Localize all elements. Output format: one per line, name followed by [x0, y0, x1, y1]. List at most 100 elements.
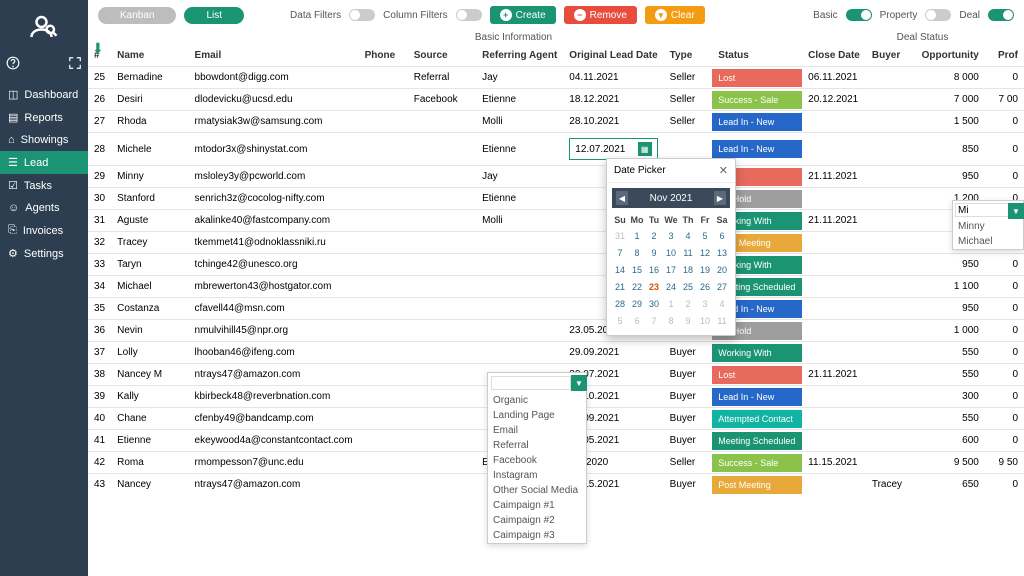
dropdown-option[interactable]: Caimpaign #2	[488, 513, 586, 528]
calendar-day[interactable]: 10	[663, 245, 679, 261]
table-row[interactable]: 37Lollylhooban46@ifeng.com29.09.2021Buye…	[88, 342, 1024, 364]
clear-button[interactable]: ▾Clear	[645, 6, 705, 24]
status-badge[interactable]: Working With	[712, 344, 802, 362]
table-row[interactable]: 28Michelemtodor3x@shinystat.comEtienne12…	[88, 133, 1024, 166]
status-badge[interactable]: Attempted Contact	[712, 410, 802, 428]
source-dropdown[interactable]: ▼ OrganicLanding PageEmailReferralFacebo…	[487, 372, 587, 544]
calendar-day[interactable]: 23	[646, 279, 662, 295]
col-referring-agent[interactable]: Referring Agent	[476, 45, 563, 67]
source-dropdown-input[interactable]	[491, 376, 571, 390]
calendar-icon[interactable]: ▦	[638, 142, 652, 156]
table-row[interactable]: 35Costanzacfavell44@msn.comSellerLead In…	[88, 298, 1024, 320]
buyer-dropdown-input[interactable]	[955, 203, 1011, 217]
calendar-day[interactable]: 3	[697, 296, 713, 312]
calendar-day[interactable]: 1	[629, 228, 645, 244]
buyer-dropdown[interactable]: ▼ MinnyMichael	[952, 200, 1024, 250]
col-status[interactable]: Status	[712, 45, 802, 67]
data-filters-toggle[interactable]	[349, 9, 375, 21]
date-picker[interactable]: Date Picker ✕ ◀ Nov 2021 ▶ SuMoTuWeThFrS…	[606, 158, 736, 336]
chevron-down-icon[interactable]: ▼	[571, 375, 587, 391]
property-toggle[interactable]	[925, 9, 951, 21]
col-name[interactable]: Name	[111, 45, 188, 67]
calendar-day[interactable]: 18	[680, 262, 696, 278]
sidebar-item-invoices[interactable]: ⎘Invoices	[0, 219, 88, 242]
column-filters-toggle[interactable]	[456, 9, 482, 21]
calendar-day[interactable]: 5	[612, 313, 628, 329]
help-icon[interactable]	[6, 56, 20, 73]
calendar-day[interactable]: 26	[697, 279, 713, 295]
chevron-down-icon[interactable]: ▼	[1008, 203, 1024, 219]
dropdown-option[interactable]: Landing Page	[488, 408, 586, 423]
calendar-day[interactable]: 12	[697, 245, 713, 261]
dropdown-option[interactable]: Organic	[488, 393, 586, 408]
calendar-day[interactable]: 24	[663, 279, 679, 295]
next-month-button[interactable]: ▶	[714, 191, 726, 205]
deal-toggle[interactable]	[988, 9, 1014, 21]
calendar-day[interactable]: 8	[629, 245, 645, 261]
col-type[interactable]: Type	[664, 45, 713, 67]
calendar-day[interactable]: 7	[646, 313, 662, 329]
status-badge[interactable]: Lead In - New	[712, 388, 802, 406]
sidebar-item-dashboard[interactable]: ◫Dashboard	[0, 83, 88, 106]
calendar-day[interactable]: 1	[663, 296, 679, 312]
table-row[interactable]: 30Stanfordsenrich3z@cocolog-nifty.comEti…	[88, 188, 1024, 210]
calendar-day[interactable]: 21	[612, 279, 628, 295]
table-row[interactable]: 36Nevinnmulvihill45@npr.org23.05.2021Buy…	[88, 320, 1024, 342]
table-row[interactable]: 25Bernadinebbowdont@digg.comReferralJay0…	[88, 67, 1024, 89]
kanban-button[interactable]: Kanban	[98, 7, 176, 24]
calendar-day[interactable]: 17	[663, 262, 679, 278]
sidebar-item-tasks[interactable]: ☑Tasks	[0, 174, 88, 197]
dropdown-option[interactable]: Caimpaign #1	[488, 498, 586, 513]
calendar-day[interactable]: 7	[612, 245, 628, 261]
dropdown-option[interactable]: Facebook	[488, 453, 586, 468]
calendar-day[interactable]: 16	[646, 262, 662, 278]
table-row[interactable]: 26Desiridlodevicku@ucsd.eduFacebookEtien…	[88, 89, 1024, 111]
dropdown-option[interactable]: Referral	[488, 438, 586, 453]
status-badge[interactable]: Lost	[712, 69, 802, 87]
sidebar-item-agents[interactable]: ☺Agents	[0, 197, 88, 219]
calendar-day[interactable]: 6	[714, 228, 730, 244]
sidebar-item-settings[interactable]: ⚙Settings	[0, 242, 88, 265]
sidebar-item-reports[interactable]: ▤Reports	[0, 106, 88, 129]
col-buyer[interactable]: Buyer	[866, 45, 915, 67]
calendar-day[interactable]: 8	[663, 313, 679, 329]
dropdown-option[interactable]: Michael	[953, 234, 1023, 249]
table-row[interactable]: 34Michaelmbrewerton43@hostgator.comBuyer…	[88, 276, 1024, 298]
col-prof[interactable]: Prof	[985, 45, 1024, 67]
col-source[interactable]: Source	[408, 45, 476, 67]
calendar-day[interactable]: 3	[663, 228, 679, 244]
table-row[interactable]: 27Rhodarmatysiak3w@samsung.comMolli28.10…	[88, 111, 1024, 133]
calendar-day[interactable]: 31	[612, 228, 628, 244]
table-row[interactable]: 32Traceytkemmet41@odnoklassniki.ruBuyerP…	[88, 232, 1024, 254]
sidebar-item-lead[interactable]: ☰Lead	[0, 151, 88, 174]
dropdown-option[interactable]: Email	[488, 423, 586, 438]
col-phone[interactable]: Phone	[359, 45, 408, 67]
calendar-day[interactable]: 4	[714, 296, 730, 312]
calendar-day[interactable]: 20	[714, 262, 730, 278]
calendar-day[interactable]: 13	[714, 245, 730, 261]
dropdown-option[interactable]: Instagram	[488, 468, 586, 483]
calendar-day[interactable]: 11	[680, 245, 696, 261]
calendar-day[interactable]: 30	[646, 296, 662, 312]
status-badge[interactable]: Lead In - New	[712, 113, 802, 131]
dropdown-option[interactable]: Minny	[953, 219, 1023, 234]
calendar-day[interactable]: 9	[646, 245, 662, 261]
calendar-day[interactable]: 6	[629, 313, 645, 329]
create-button[interactable]: +Create	[490, 6, 556, 24]
calendar-day[interactable]: 5	[697, 228, 713, 244]
table-row[interactable]: 29Minnymsloley3y@pcworld.comJayBuyerLost…	[88, 166, 1024, 188]
calendar-day[interactable]: 27	[714, 279, 730, 295]
status-badge[interactable]: Success - Sale	[712, 91, 802, 109]
calendar-day[interactable]: 25	[680, 279, 696, 295]
calendar-day[interactable]: 15	[629, 262, 645, 278]
expand-icon[interactable]	[68, 56, 82, 73]
dropdown-option[interactable]: Other Social Media	[488, 483, 586, 498]
calendar-day[interactable]: 2	[646, 228, 662, 244]
calendar-day[interactable]: 9	[680, 313, 696, 329]
basic-toggle[interactable]	[846, 9, 872, 21]
calendar-day[interactable]: 22	[629, 279, 645, 295]
calendar-day[interactable]: 19	[697, 262, 713, 278]
sidebar-item-showings[interactable]: ⌂Showings	[0, 129, 88, 151]
list-button[interactable]: List	[184, 7, 244, 24]
status-badge[interactable]: Meeting Scheduled	[712, 432, 802, 450]
